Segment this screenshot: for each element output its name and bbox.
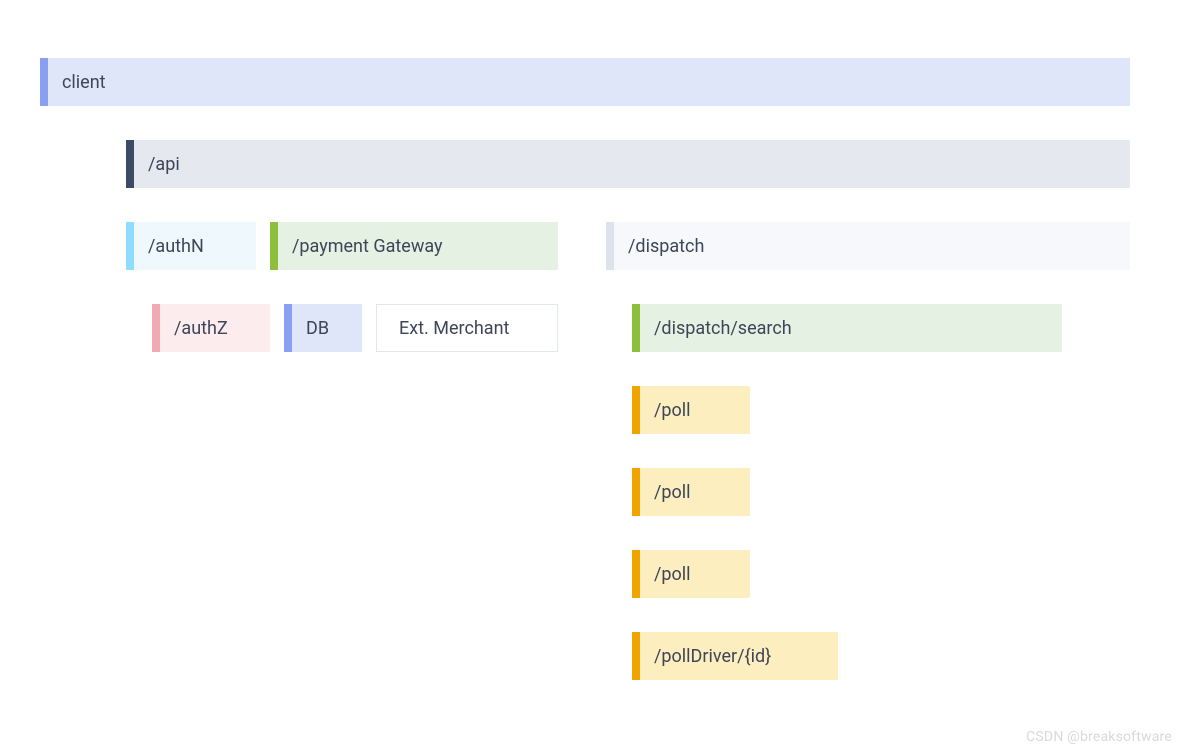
span-stripe [126, 222, 134, 270]
span-label: /poll [640, 482, 691, 503]
span-stripe [632, 468, 640, 516]
span-stripe [152, 304, 160, 352]
span-poll-driver: /pollDriver/{id} [632, 632, 838, 680]
span-label: DB [292, 318, 329, 339]
trace-diagram: client /api /authN /payment Gateway /dis… [0, 0, 1180, 751]
span-label: /authN [134, 236, 204, 257]
span-poll-2: /poll [632, 468, 750, 516]
span-label: /api [134, 154, 180, 175]
span-stripe [632, 386, 640, 434]
span-stripe [606, 222, 614, 270]
span-payment-gateway: /payment Gateway [270, 222, 558, 270]
watermark: CSDN @breaksoftware [1026, 729, 1172, 745]
span-label: /authZ [160, 318, 228, 339]
span-label: /payment Gateway [278, 236, 443, 257]
span-label: client [48, 72, 106, 93]
span-poll-3: /poll [632, 550, 750, 598]
span-stripe [632, 550, 640, 598]
span-authn: /authN [126, 222, 256, 270]
span-label: /poll [640, 564, 691, 585]
span-stripe [632, 304, 640, 352]
span-client: client [40, 58, 1130, 106]
span-dispatch-search: /dispatch/search [632, 304, 1062, 352]
span-db: DB [284, 304, 362, 352]
span-stripe [284, 304, 292, 352]
span-label: Ext. Merchant [385, 318, 509, 339]
span-label: /dispatch/search [640, 318, 792, 339]
span-authz: /authZ [152, 304, 270, 352]
span-poll-1: /poll [632, 386, 750, 434]
span-stripe [270, 222, 278, 270]
span-dispatch: /dispatch [606, 222, 1130, 270]
span-api: /api [126, 140, 1130, 188]
span-stripe [40, 58, 48, 106]
span-stripe [126, 140, 134, 188]
span-stripe [632, 632, 640, 680]
span-label: /poll [640, 400, 691, 421]
span-stripe [377, 305, 385, 351]
span-label: /dispatch [614, 236, 704, 257]
span-ext-merchant: Ext. Merchant [376, 304, 558, 352]
span-label: /pollDriver/{id} [640, 646, 771, 667]
